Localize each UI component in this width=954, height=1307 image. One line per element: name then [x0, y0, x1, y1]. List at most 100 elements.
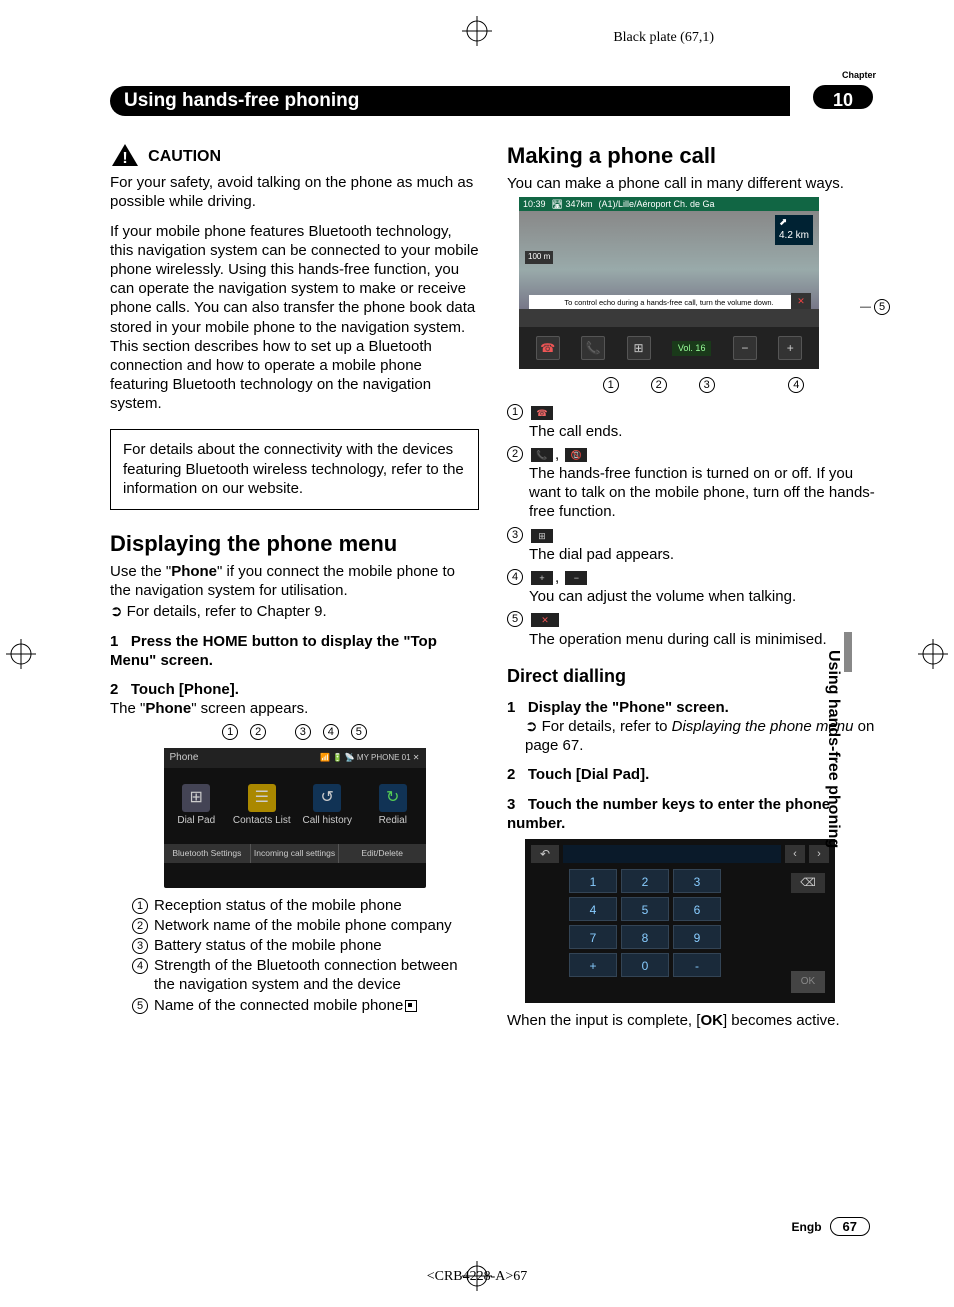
svg-text:!: !: [122, 150, 127, 167]
key-3[interactable]: 3: [673, 869, 721, 893]
key-4[interactable]: 4: [569, 897, 617, 921]
crb-code: <CRB4228-A>67: [427, 1269, 528, 1285]
hf-off-icon: 📵: [565, 448, 587, 462]
key-2[interactable]: 2: [621, 869, 669, 893]
keypad-icon: ⊞: [531, 529, 553, 543]
key-dash[interactable]: -: [673, 953, 721, 977]
hf-on-icon: 📞: [531, 448, 553, 462]
d4: You can adjust the volume when talking.: [529, 588, 796, 605]
chapter-label: Chapter: [810, 70, 876, 80]
caution-heading: CAUTION: [148, 148, 221, 165]
key-8[interactable]: 8: [621, 925, 669, 949]
caution-body: For your safety, avoid talking on the ph…: [110, 173, 479, 211]
volume-label: Vol. 16: [672, 341, 712, 357]
key-1[interactable]: 1: [569, 869, 617, 893]
btn-edit-delete[interactable]: Edit/Delete: [339, 844, 426, 863]
btn-vol-up[interactable]: +: [778, 336, 802, 360]
sec1-lead: Use the "Phone" if you connect the mobil…: [110, 562, 479, 600]
section-making-call: Making a phone call: [507, 142, 876, 170]
t: Phone: [145, 700, 191, 717]
pointer-icon: ➲: [525, 717, 538, 736]
key-0[interactable]: 0: [621, 953, 669, 977]
number-field[interactable]: [563, 845, 781, 863]
crop-mark-right: [918, 639, 948, 669]
call-callout-defs: 1☎The call ends. 2📞, 📵The hands-free fun…: [507, 403, 876, 649]
dialpad-screen: ↶ ‹ › 123 456 789 +0- ⌫ OK: [525, 839, 835, 1003]
minus-icon: −: [565, 571, 587, 585]
step2-result: The "Phone" screen appears.: [110, 699, 479, 718]
pointer-icon: ➲: [110, 602, 123, 621]
t: Contacts List: [233, 815, 291, 826]
btn-bluetooth-settings[interactable]: Bluetooth Settings: [164, 844, 252, 863]
key-plus[interactable]: +: [569, 953, 617, 977]
in-call-map-screen: 10:39 🛣 347km (A1)/Lille/Aéroport Ch. de…: [519, 197, 819, 369]
btn-prev[interactable]: ‹: [785, 845, 805, 863]
phone-ss-device: MY PHONE 01: [357, 753, 411, 762]
dd-step-1: 1 Display the "Phone" screen.: [507, 698, 876, 717]
page-header: Using hands-free phoning Chapter 10: [110, 86, 876, 116]
sec2-lead: You can make a phone call in many differ…: [507, 174, 876, 193]
def3: Battery status of the mobile phone: [154, 936, 382, 955]
plate-label: Black plate (67,1): [613, 30, 714, 46]
step2-title: Touch [Phone].: [131, 681, 239, 698]
note-box: For details about the connectivity with …: [110, 429, 479, 510]
btn-minimise[interactable]: ✕: [791, 293, 811, 309]
side-tab: Using hands-free phoning: [866, 646, 880, 916]
btn-redial[interactable]: ↻Redial: [363, 784, 423, 828]
t: For details, refer to Chapter 9.: [127, 603, 327, 620]
end-call-icon: ☎: [531, 406, 553, 420]
chapter-number: 10: [810, 82, 876, 112]
sec1-ref: ➲For details, refer to Chapter 9.: [110, 602, 479, 621]
section-direct-dialling: Direct dialling: [507, 665, 876, 688]
d2: The hands-free function is turned on or …: [529, 465, 875, 520]
page-number: 67: [830, 1217, 870, 1236]
btn-vol-down[interactable]: −: [733, 336, 757, 360]
btn-back[interactable]: ↶: [531, 845, 559, 863]
step1-title: Press the HOME button to display the "To…: [110, 633, 437, 669]
btn-incoming-call-settings[interactable]: Incoming call settings: [251, 844, 339, 863]
t: For details, refer to: [542, 718, 672, 735]
t: Call history: [303, 815, 352, 826]
right-column: Making a phone call You can make a phone…: [507, 142, 876, 1032]
btn-contacts-list[interactable]: ☰Contacts List: [232, 784, 292, 828]
left-column: ! CAUTION For your safety, avoid talking…: [110, 142, 479, 1032]
btn-end-call[interactable]: ☎: [536, 336, 560, 360]
map-scale: 100 m: [525, 251, 553, 263]
dd-after: When the input is complete, [OK] becomes…: [507, 1011, 876, 1030]
dd3: Touch the number keys to enter the phone…: [507, 796, 830, 832]
footer-lang: Engb: [792, 1220, 822, 1234]
btn-handsfree-toggle[interactable]: 📞: [581, 336, 605, 360]
dd2: Touch [Dial Pad].: [528, 766, 649, 783]
t: ] becomes active.: [723, 1012, 840, 1029]
key-7[interactable]: 7: [569, 925, 617, 949]
section-displaying-phone-menu: Displaying the phone menu: [110, 530, 479, 558]
btn-dial-pad[interactable]: ⊞Dial Pad: [166, 784, 226, 828]
btn-delete[interactable]: ⌫: [791, 873, 825, 893]
key-9[interactable]: 9: [673, 925, 721, 949]
t: Dial Pad: [177, 815, 215, 826]
crop-mark-left: [6, 639, 36, 669]
t: " screen appears.: [191, 700, 308, 717]
map-time: 10:39: [523, 199, 546, 211]
dd1: Display the "Phone" screen.: [528, 699, 729, 716]
def2: Network name of the mobile phone company: [154, 916, 452, 935]
phone-ss-title: Phone: [170, 752, 199, 765]
t: OK: [700, 1012, 723, 1029]
d3: The dial pad appears.: [529, 546, 674, 563]
map-dist: 347km: [565, 199, 592, 209]
side-tab-text: Using hands-free phoning: [824, 650, 842, 848]
t: Use the ": [110, 563, 171, 580]
btn-ok[interactable]: OK: [791, 971, 825, 993]
btn-call-history[interactable]: ↺Call history: [297, 784, 357, 828]
intro-text: If your mobile phone features Bluetooth …: [110, 222, 479, 414]
map-route: (A1)/Lille/Aéroport Ch. de Ga: [598, 199, 815, 211]
key-6[interactable]: 6: [673, 897, 721, 921]
crop-mark-top: [462, 16, 492, 46]
caution-icon: !: [110, 142, 140, 173]
btn-dialpad[interactable]: ⊞: [627, 336, 651, 360]
step-2: 2 Touch [Phone].: [110, 680, 479, 699]
def4: Strength of the Bluetooth connection bet…: [154, 956, 479, 994]
step-1: 1 Press the HOME button to display the "…: [110, 632, 479, 670]
phone-screen: Phone 📶 🔋 📡 MY PHONE 01 ✕ ⊞Dial Pad ☰Con…: [164, 748, 426, 888]
key-5[interactable]: 5: [621, 897, 669, 921]
